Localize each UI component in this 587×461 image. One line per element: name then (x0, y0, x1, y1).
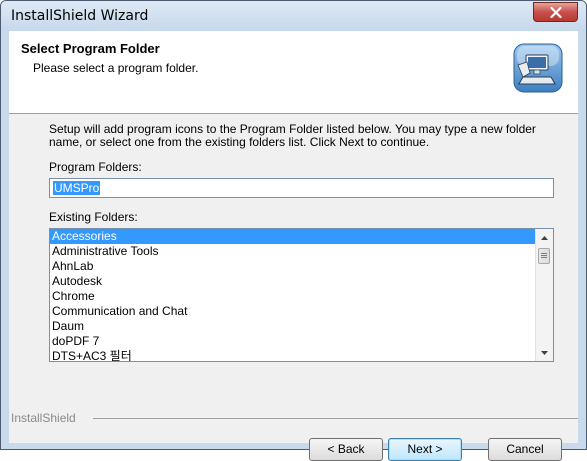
scroll-thumb[interactable] (538, 248, 550, 264)
folder-list-item[interactable]: Chrome (50, 289, 536, 304)
folder-list-item[interactable]: Communication and Chat (50, 304, 536, 319)
folder-list-item[interactable]: doPDF 7 (50, 334, 536, 349)
program-folders-label: Program Folders: (49, 160, 142, 174)
footer-divider (9, 418, 578, 419)
scroll-down-button[interactable] (536, 344, 553, 361)
page-title: Select Program Folder (21, 41, 160, 56)
program-folder-value: UMSPro (53, 181, 101, 195)
chevron-down-icon (541, 350, 548, 355)
page-subtitle: Please select a program folder. (33, 61, 199, 75)
window-title: InstallShield Wizard (11, 8, 149, 24)
folder-list-item[interactable]: Daum (50, 319, 536, 334)
title-bar[interactable]: InstallShield Wizard (1, 1, 586, 31)
scroll-up-button[interactable] (536, 229, 553, 246)
wizard-body: Setup will add program icons to the Prog… (9, 114, 578, 461)
chevron-up-icon (541, 235, 548, 240)
existing-folders-list[interactable]: Accessories Administrative Tools AhnLab Aut… (49, 228, 554, 362)
folder-list-item[interactable]: AhnLab (50, 259, 536, 274)
wizard-content: Select Program Folder Please select a pr… (9, 31, 578, 461)
folder-list-item[interactable]: DTS+AC3 필터 (50, 349, 536, 361)
folder-list-item[interactable]: Autodesk (50, 274, 536, 289)
program-folder-input[interactable]: UMSPro (49, 178, 554, 198)
folder-list-item[interactable]: Accessories (50, 229, 536, 244)
folder-list-item[interactable]: Administrative Tools (50, 244, 536, 259)
existing-folders-label: Existing Folders: (49, 210, 138, 224)
wizard-header: Select Program Folder Please select a pr… (9, 31, 578, 114)
vertical-scrollbar[interactable] (535, 229, 553, 361)
installer-window: InstallShield Wizard Select Program Fold… (0, 0, 587, 461)
installshield-brand: InstallShield (11, 411, 76, 425)
computer-setup-icon (513, 43, 563, 93)
instructions-text: Setup will add program icons to the Prog… (49, 122, 536, 149)
close-icon (549, 6, 562, 18)
folder-items: Accessories Administrative Tools AhnLab Aut… (50, 229, 536, 361)
close-button[interactable] (533, 2, 578, 22)
